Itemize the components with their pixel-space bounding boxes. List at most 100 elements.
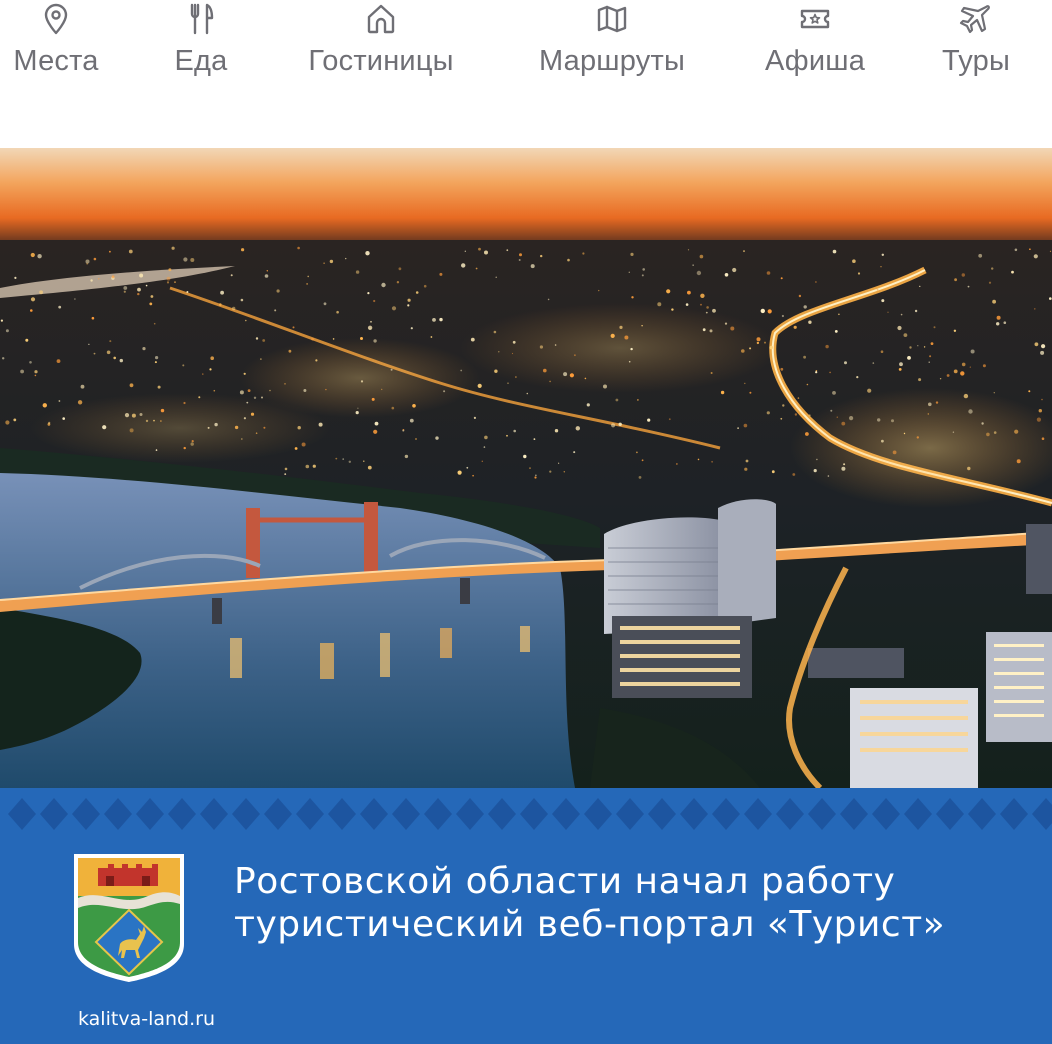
city-light: [5, 420, 10, 425]
city-light: [867, 388, 872, 393]
city-light: [1014, 248, 1018, 252]
city-light: [443, 390, 446, 393]
city-light: [982, 364, 986, 368]
city-light: [712, 308, 716, 313]
city-light: [880, 350, 884, 353]
city-light: [939, 378, 942, 380]
ornament-diamond: [904, 798, 932, 830]
city-light: [315, 359, 318, 362]
ornament-diamond: [296, 798, 324, 830]
city-light: [477, 383, 482, 388]
city-light: [109, 340, 112, 343]
city-light: [815, 281, 817, 283]
city-light: [5, 329, 9, 333]
city-light: [1028, 390, 1031, 393]
ornament-diamond: [136, 798, 164, 830]
city-light: [483, 446, 486, 448]
city-light: [58, 305, 62, 309]
city-light: [803, 355, 806, 359]
city-light: [769, 345, 773, 350]
city-light: [993, 431, 997, 434]
city-light: [335, 457, 338, 460]
city-light: [900, 313, 903, 316]
city-light: [534, 476, 537, 479]
city-light: [472, 474, 474, 477]
city-light: [183, 401, 186, 405]
city-light: [93, 352, 96, 355]
ornament-diamond: [840, 798, 868, 830]
city-light: [699, 254, 704, 259]
nav-item-routes[interactable]: Маршруты: [526, 0, 698, 100]
nav-item-hotels[interactable]: Гостиницы: [296, 0, 466, 100]
nav-item-events[interactable]: Афиша: [760, 0, 870, 100]
city-light: [90, 279, 93, 282]
city-light: [993, 392, 995, 394]
city-light: [255, 337, 259, 340]
city-light: [129, 383, 134, 388]
ornament-diamond: [360, 798, 388, 830]
city-light: [692, 264, 694, 266]
city-light: [190, 258, 195, 262]
ornament-diamond: [680, 798, 708, 830]
city-light: [498, 351, 500, 353]
city-light: [166, 281, 170, 284]
city-light: [919, 285, 921, 287]
city-light: [991, 267, 994, 270]
city-light: [515, 376, 517, 378]
city-light: [342, 458, 345, 460]
city-light: [829, 371, 831, 374]
city-light: [637, 399, 639, 401]
diamond-ornament: [8, 798, 1052, 830]
city-light: [952, 431, 955, 433]
city-light: [838, 313, 840, 316]
city-light: [567, 258, 570, 262]
nav-item-food[interactable]: Еда: [162, 0, 240, 100]
city-light: [190, 442, 194, 446]
city-light: [764, 341, 766, 344]
city-light: [439, 272, 443, 276]
city-light: [1034, 308, 1036, 310]
city-light: [2, 357, 5, 360]
city-light: [56, 359, 61, 363]
ornament-diamond: [1032, 798, 1052, 830]
news-headline[interactable]: Ростовской области начал работу туристич…: [234, 860, 1034, 946]
city-light: [766, 411, 770, 415]
city-light: [970, 349, 975, 354]
city-light: [930, 342, 934, 345]
city-light: [139, 273, 144, 278]
source-site-link[interactable]: kalitva-land.ru: [78, 1008, 215, 1030]
city-light: [598, 289, 600, 292]
ornament-diamond: [776, 798, 804, 830]
city-light: [62, 417, 65, 420]
city-light: [415, 438, 417, 440]
city-light: [182, 364, 185, 367]
city-light: [953, 369, 958, 374]
city-light: [113, 356, 116, 360]
city-light: [827, 475, 830, 477]
city-light: [877, 418, 881, 422]
city-light: [323, 262, 325, 264]
city-light: [370, 320, 372, 323]
city-light: [157, 385, 161, 389]
hero-image: [0, 148, 1052, 788]
city-light: [630, 252, 634, 256]
city-light: [547, 298, 550, 301]
city-light: [923, 346, 926, 348]
nav-item-tours[interactable]: Туры: [931, 0, 1021, 100]
city-light: [154, 361, 157, 364]
city-light: [198, 396, 201, 399]
city-light: [1014, 429, 1019, 434]
city-light: [155, 449, 158, 451]
ornament-diamond: [40, 798, 68, 830]
city-light: [240, 438, 243, 440]
nav-item-places[interactable]: Места: [7, 0, 105, 100]
city-light: [687, 249, 690, 251]
city-light: [539, 345, 544, 349]
city-light: [917, 345, 919, 347]
city-light: [933, 326, 936, 329]
city-light: [484, 435, 488, 440]
city-light: [409, 418, 414, 423]
city-light: [903, 432, 906, 435]
city-light: [391, 406, 395, 410]
city-light: [336, 310, 339, 314]
